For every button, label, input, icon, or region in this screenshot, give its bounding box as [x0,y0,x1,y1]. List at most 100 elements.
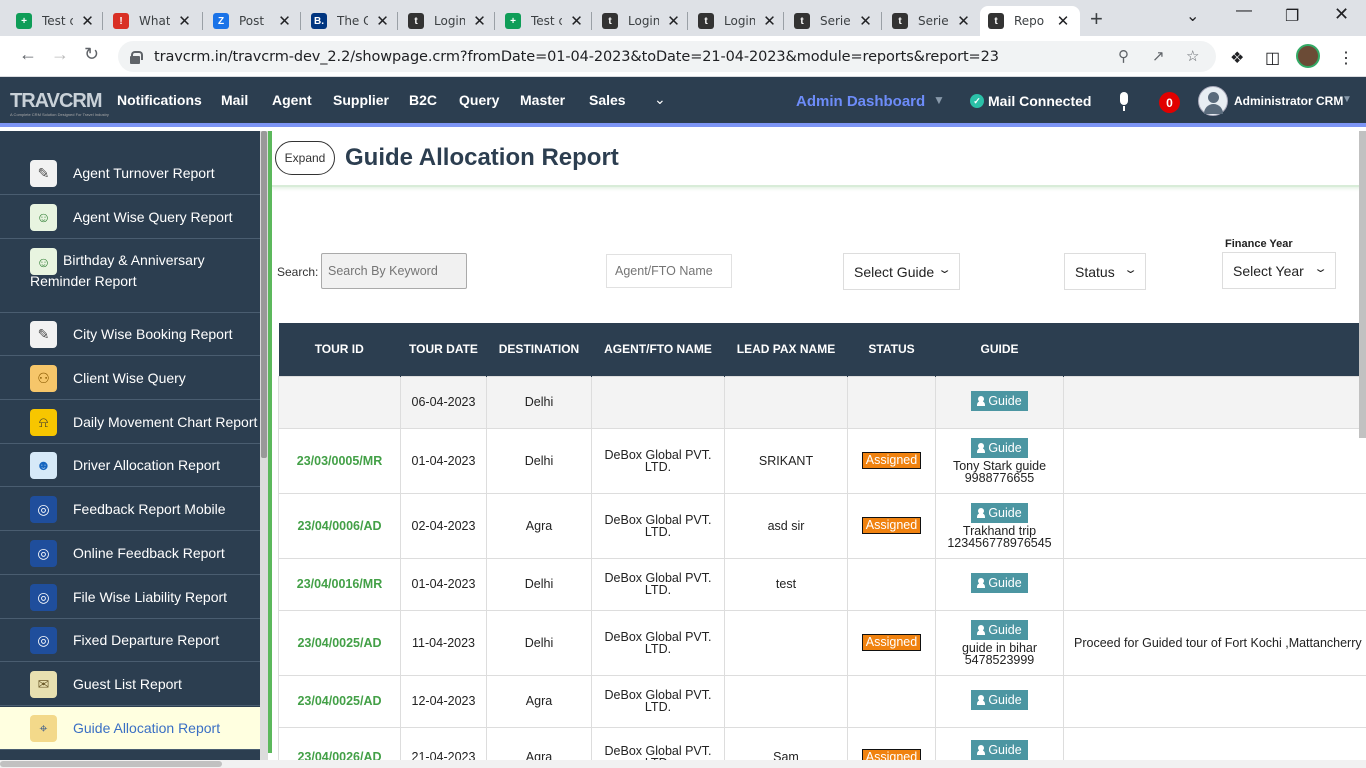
tab-close-icon[interactable]: ✕ [570,12,583,30]
guide-button[interactable]: Guide [971,437,1028,458]
column-header[interactable]: DESTINATION [486,323,592,376]
tab-close-icon[interactable]: ✕ [763,12,776,30]
sidebar-item[interactable]: ✎ Agent Turnover Report [0,152,260,195]
horizontal-scroll-thumb[interactable] [0,761,222,767]
sidebar-item[interactable]: ◎ Fixed Departure Report [0,619,260,662]
sidebar-item[interactable]: ☺ Agent Wise Query Report [0,196,260,239]
column-header[interactable]: STATUS [847,323,936,376]
lock-icon[interactable] [130,50,143,64]
finance-year-dropdown[interactable]: Select Year ⌄ [1222,252,1336,289]
column-header[interactable]: GUIDE [935,323,1064,376]
guide-button[interactable]: Guide [971,502,1028,523]
microphone-icon[interactable] [1118,92,1130,112]
browser-tab[interactable]: + Test c ✕ [497,6,591,36]
minimize-icon[interactable]: — [1236,2,1252,20]
sidebar-item[interactable]: ✎ City Wise Booking Report [0,313,260,356]
nav-supplier[interactable]: Supplier [333,92,389,108]
page-scroll-thumb[interactable] [1359,131,1366,438]
sidebar-item[interactable]: ✉ Guest List Report [0,663,260,706]
url-field[interactable]: travcrm.in/travcrm-dev_2.2/showpage.crm?… [118,41,1216,72]
sidebar-item[interactable]: ⍾ Daily Movement Chart Report [0,401,260,444]
select-guide-dropdown[interactable]: Select Guide ⌄ [843,253,960,290]
side-panel-icon[interactable]: ◫ [1265,48,1280,68]
nav-master[interactable]: Master [520,92,565,108]
menu-kebab-icon[interactable]: ⋮ [1338,48,1354,68]
sidebar-item[interactable]: ◎ File Wise Liability Report [0,576,260,619]
tour-id-cell[interactable]: 23/04/0006/AD [278,492,401,559]
column-header[interactable]: TOUR ID [278,323,401,376]
user-name[interactable]: Administrator CRM [1234,94,1343,108]
tab-close-icon[interactable]: ✕ [278,12,291,30]
profile-avatar-icon[interactable] [1296,44,1320,68]
browser-tab[interactable]: + Test c ✕ [8,6,102,36]
tab-close-icon[interactable]: ✕ [859,12,872,30]
browser-tab[interactable]: Z Post ✕ [205,6,299,36]
sidebar-item[interactable]: ◎ Online Feedback Report [0,532,260,575]
browser-tab[interactable]: t Login ✕ [690,6,784,36]
tour-id-cell[interactable]: 23/04/0025/AD [278,674,401,728]
browser-tab[interactable]: B. The C ✕ [303,6,397,36]
nav-mail[interactable]: Mail [221,92,248,108]
close-window-icon[interactable]: ✕ [1334,4,1349,25]
user-menu-chevron-icon[interactable]: ▼ [1342,94,1352,105]
sidebar-scroll-thumb[interactable] [261,131,267,458]
url-text[interactable]: travcrm.in/travcrm-dev_2.2/showpage.crm?… [154,49,999,65]
zoom-icon[interactable]: ⚲ [1118,47,1129,65]
sidebar-item[interactable]: ⌖ Guide Allocation Report [0,707,260,750]
tour-id-cell[interactable] [278,375,401,429]
notification-badge[interactable]: 0 [1159,92,1180,113]
status-dropdown[interactable]: Status ⌄ [1064,253,1146,290]
reload-icon[interactable]: ↻ [84,44,99,65]
search-input[interactable] [321,253,467,289]
guide-button[interactable]: Guide [971,391,1028,411]
guide-button[interactable]: Guide [971,690,1028,710]
browser-tab[interactable]: t Repo ✕ [980,6,1080,36]
sidebar-item[interactable]: ⚇ Client Wise Query [0,357,260,400]
nav-more-chevron-icon[interactable]: ⌄ [654,91,666,108]
sidebar-item[interactable]: ☻ Driver Allocation Report [0,444,260,487]
nav-sales[interactable]: Sales [589,92,626,108]
tab-close-icon[interactable]: ✕ [376,12,389,30]
new-tab-button[interactable]: + [1090,6,1103,32]
tour-id-cell[interactable]: 23/04/0016/MR [278,557,401,611]
tab-close-icon[interactable]: ✕ [957,12,970,30]
guide-button[interactable]: Guide [971,619,1028,640]
browser-tab[interactable]: t Serie ✕ [884,6,978,36]
tab-close-icon[interactable]: ✕ [81,12,94,30]
sidebar-item[interactable]: ◎ Feedback Report Mobile [0,488,260,531]
user-avatar-icon[interactable] [1198,86,1228,116]
column-header[interactable] [1063,323,1366,376]
admin-dashboard-link[interactable]: Admin Dashboard [796,93,925,110]
sidebar-item[interactable]: ☺ Birthday & Anniversary Reminder Report [0,240,260,313]
share-icon[interactable]: ↗ [1152,47,1165,65]
browser-tab[interactable]: ! What ✕ [105,6,199,36]
nav-agent[interactable]: Agent [272,92,312,108]
nav-b2c[interactable]: B2C [409,92,437,108]
browser-tab[interactable]: t Login ✕ [400,6,494,36]
column-header[interactable]: AGENT/FTO NAME [591,323,725,376]
guide-button[interactable]: Guide [971,573,1028,593]
agent-fto-input[interactable] [606,254,732,288]
tab-close-icon[interactable]: ✕ [473,12,486,30]
tab-close-icon[interactable]: ✕ [178,12,191,30]
guide-button[interactable]: Guide [971,740,1028,760]
travcrm-logo[interactable]: TRAVCRM A Complete CRM Solution Designed… [10,90,109,117]
column-header[interactable]: TOUR DATE [400,323,487,376]
browser-tab[interactable]: t Serie ✕ [786,6,880,36]
tab-close-icon[interactable]: ✕ [1056,12,1070,30]
tour-id-cell[interactable]: 23/04/0025/AD [278,609,401,676]
nav-query[interactable]: Query [459,92,499,108]
back-icon[interactable]: ← [19,44,37,65]
tour-id-cell[interactable]: 23/03/0005/MR [278,427,401,494]
bookmark-star-icon[interactable]: ☆ [1186,47,1199,65]
dashboard-chevron-icon[interactable]: ▼ [933,93,945,107]
expand-button[interactable]: Expand [275,141,335,175]
extensions-icon[interactable]: ❖ [1230,48,1244,68]
tab-close-icon[interactable]: ✕ [667,12,680,30]
forward-icon[interactable]: → [51,44,69,65]
column-header[interactable]: LEAD PAX NAME [724,323,848,376]
nav-notifications[interactable]: Notifications [117,92,202,108]
restore-icon[interactable]: ❐ [1285,6,1299,26]
browser-tab[interactable]: t Login ✕ [594,6,688,36]
tab-search-chevron-icon[interactable]: ⌄ [1186,6,1199,26]
